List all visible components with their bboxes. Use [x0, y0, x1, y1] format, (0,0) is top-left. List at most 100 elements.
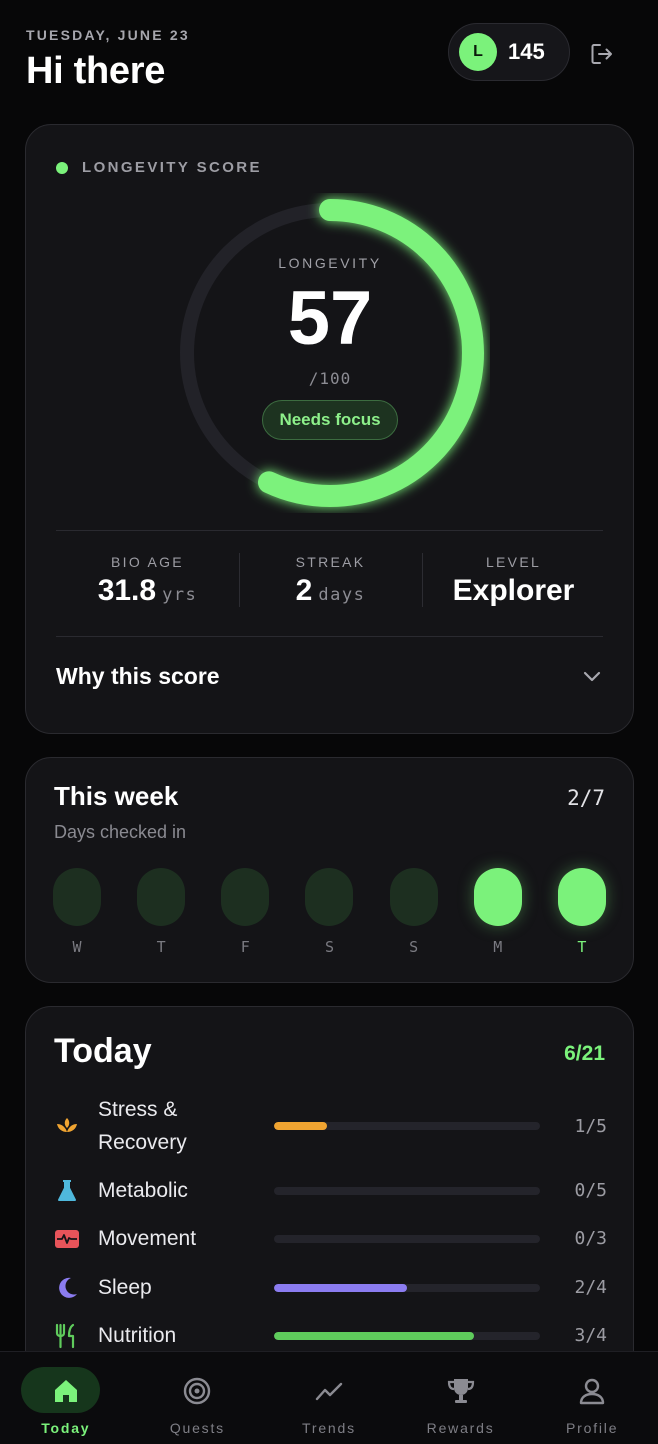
nav-profile[interactable]: Profile: [526, 1352, 658, 1444]
lotus-icon: [54, 1113, 80, 1139]
category-name: Nutrition: [98, 1324, 177, 1347]
home-icon: [54, 1380, 77, 1402]
stat-unit: days: [318, 585, 366, 605]
category-progress-track: [274, 1122, 540, 1130]
day-pill-empty: [221, 868, 270, 926]
category-name: Metabolic: [98, 1179, 188, 1202]
day-item: S: [389, 868, 438, 956]
stat-streak: STREAK 2 days: [239, 545, 422, 615]
day-item: F: [221, 868, 270, 956]
stat-label: STREAK: [295, 554, 366, 570]
nav-rewards[interactable]: Rewards: [395, 1352, 527, 1444]
heart-pulse-icon: [54, 1226, 80, 1252]
bottom-nav: Today Quests Trends Rewards Profile: [0, 1351, 658, 1444]
category-row-metabolic[interactable]: Metabolic 0/5: [54, 1174, 607, 1207]
day-pill-empty: [389, 868, 438, 926]
day-item: T: [137, 868, 186, 956]
why-this-score-label: Why this score: [56, 662, 220, 689]
score-readout: LONGEVITY 57 /100 Needs focus: [170, 255, 490, 440]
fork-knife-icon: [54, 1323, 80, 1349]
category-row-stress[interactable]: Stress & Recovery 1/5: [54, 1093, 607, 1159]
moon-icon: [54, 1275, 80, 1301]
trophy-icon: [447, 1379, 474, 1403]
category-row-movement[interactable]: Movement 0/3: [54, 1222, 607, 1255]
today-card: Today 6/21 Stress & Recovery 1/5 Metabol…: [25, 1006, 634, 1386]
day-label: T: [156, 938, 166, 956]
stat-value: 31.8: [97, 574, 157, 607]
status-badge: Needs focus: [262, 400, 398, 440]
nav-trends[interactable]: Trends: [263, 1352, 395, 1444]
day-label: S: [324, 938, 334, 956]
flask-icon: [54, 1178, 80, 1204]
greeting-title: Hi there: [26, 50, 166, 92]
nav-today[interactable]: Today: [0, 1352, 132, 1444]
avatar: L: [459, 33, 497, 71]
day-label: M: [493, 938, 503, 956]
day-item: S: [305, 868, 354, 956]
score-stats: BIO AGE 31.8 yrs STREAK 2 days LEVEL Explo…: [56, 545, 605, 615]
date-label: TUESDAY, JUNE 23: [26, 27, 190, 43]
divider: [56, 530, 603, 531]
category-progress-track: [274, 1234, 540, 1243]
logout-icon[interactable]: [588, 40, 616, 68]
score-section-label: LONGEVITY SCORE: [56, 159, 262, 176]
category-count: 0/5: [574, 1180, 607, 1201]
category-progress-track: [274, 1283, 540, 1292]
day-label: T: [577, 938, 587, 956]
trend-icon: [315, 1382, 343, 1401]
nav-label: Today: [41, 1420, 91, 1436]
day-pill-empty: [137, 868, 186, 926]
today-count: 6/21: [564, 1042, 605, 1065]
day-pill-checked: [557, 868, 606, 926]
day-pill-checked: [473, 868, 522, 926]
nav-label: Quests: [169, 1420, 225, 1436]
day-pill-empty: [53, 868, 101, 926]
category-count: 1/5: [574, 1115, 607, 1137]
header: TUESDAY, JUNE 23 Hi there L 145: [26, 23, 632, 104]
nav-label: Trends: [302, 1420, 356, 1436]
category-progress-fill: [274, 1122, 328, 1130]
stat-unit: yrs: [162, 585, 198, 605]
nav-label: Profile: [566, 1420, 619, 1436]
score-max: /100: [308, 369, 352, 388]
day-pill-empty: [305, 868, 354, 926]
target-icon: [184, 1377, 211, 1405]
chevron-down-icon: [583, 671, 601, 682]
points-value: 145: [508, 39, 545, 64]
category-count: 0/3: [574, 1228, 607, 1249]
stat-value: 2: [295, 574, 313, 607]
day-item: T: [557, 868, 606, 956]
category-progress-fill: [274, 1331, 474, 1340]
week-title: This week: [54, 781, 179, 811]
user-icon: [579, 1378, 605, 1405]
points-pill[interactable]: L 145: [448, 23, 570, 81]
stat-label: BIO AGE: [111, 554, 184, 570]
why-this-score-toggle[interactable]: Why this score: [56, 645, 603, 707]
category-progress-fill: [274, 1283, 407, 1292]
day-label: F: [240, 938, 250, 956]
category-name: Movement: [98, 1227, 197, 1250]
nav-quests[interactable]: Quests: [132, 1352, 264, 1444]
category-row-nutrition[interactable]: Nutrition 3/4: [54, 1319, 607, 1352]
category-count: 2/4: [574, 1277, 607, 1298]
score-value: 57: [287, 276, 373, 361]
category-row-sleep[interactable]: Sleep 2/4: [54, 1271, 607, 1304]
category-name: Sleep: [98, 1276, 152, 1299]
nav-label: Rewards: [426, 1420, 495, 1436]
divider: [56, 636, 603, 637]
status-dot: [56, 161, 68, 174]
stat-level: LEVEL Explorer: [422, 545, 605, 615]
week-count: 2/7: [567, 786, 605, 810]
day-label: W: [72, 938, 82, 956]
ring-caption: LONGEVITY: [278, 255, 382, 271]
day-label: S: [409, 938, 419, 956]
day-list: WTFSSMT: [53, 868, 606, 956]
week-checkin-card: This week 2/7 Days checked in W T F S S M T: [25, 757, 634, 983]
stat-label: LEVEL: [485, 554, 542, 570]
category-progress-track: [274, 1331, 540, 1340]
category-progress-track: [274, 1186, 540, 1195]
stat-value: Explorer: [452, 574, 575, 607]
stat-bio-age: BIO AGE 31.8 yrs: [56, 545, 239, 615]
category-count: 3/4: [574, 1325, 607, 1346]
category-name: Stress & Recovery: [98, 1098, 187, 1154]
